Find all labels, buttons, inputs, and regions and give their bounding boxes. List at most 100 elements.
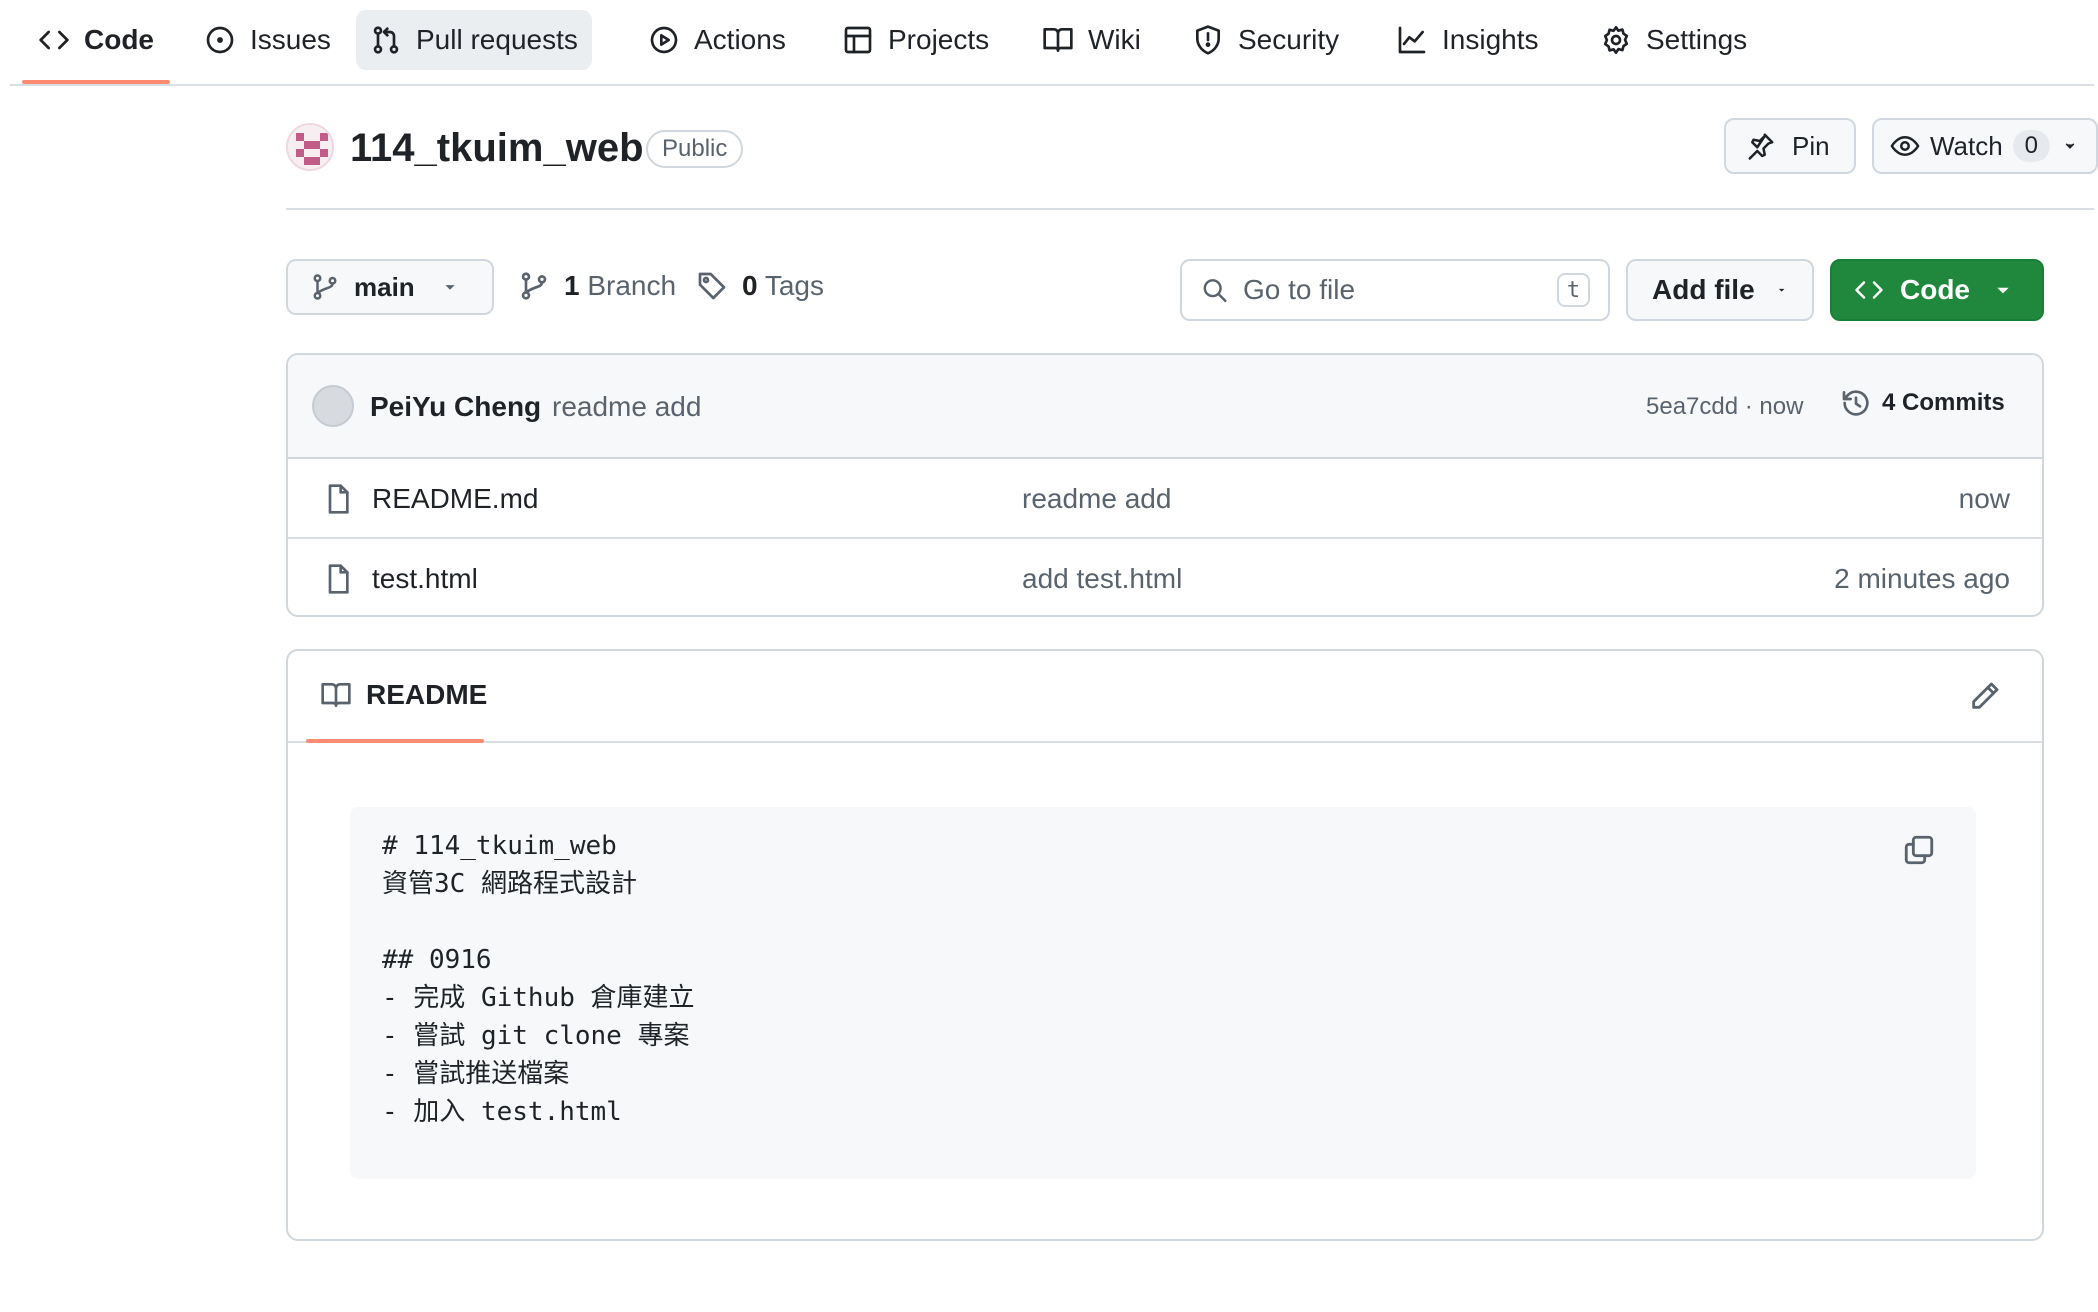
readme-panel: README # 114_tkuim_web 資管3C 網路程式設計 ## 09… <box>286 649 2044 1241</box>
code-line: - 嘗試 git clone 專案 <box>382 1021 690 1051</box>
commit-author[interactable]: PeiYu Cheng <box>370 391 541 423</box>
tab-settings-label: Settings <box>1646 24 1748 55</box>
watch-count: 0 <box>2012 130 2051 162</box>
caret-down-icon <box>1997 287 2009 294</box>
table-row[interactable]: test.html add test.html 2 minutes ago <box>288 539 2042 615</box>
pull-request-icon <box>373 26 399 54</box>
code-icon <box>39 30 69 50</box>
tag-icon <box>698 272 726 300</box>
file-time: 2 minutes ago <box>1834 563 2010 594</box>
watch-label: Watch <box>1929 130 2003 161</box>
commit-author-avatar[interactable] <box>312 385 354 427</box>
tab-projects[interactable]: Projects <box>828 10 1003 70</box>
commits-label: 4 Commits <box>1882 389 2005 416</box>
edit-readme-button[interactable] <box>1968 679 2004 715</box>
file-time: now <box>1958 483 2010 514</box>
go-to-file-input[interactable] <box>1243 274 1543 306</box>
selected-tab-underline <box>22 80 170 84</box>
chevron-down-icon <box>2065 143 2075 149</box>
branch-label: Branch <box>587 270 677 301</box>
commit-sha-time[interactable]: 5ea7cdd · now <box>1646 393 1803 421</box>
commits-link[interactable]: 4 Commits <box>1840 387 2005 419</box>
tab-insights[interactable]: Insights <box>1382 10 1553 70</box>
readme-tab[interactable]: README <box>320 679 487 711</box>
branch-count: 1 <box>564 270 580 301</box>
pin-icon <box>1748 133 1774 160</box>
repo-nav: Code Issues Pull requests Actions Projec… <box>10 0 2094 86</box>
owner-avatar[interactable] <box>286 123 334 171</box>
file-icon <box>328 484 349 514</box>
code-line: - 完成 Github 倉庫建立 <box>382 983 695 1013</box>
page: Code Issues Pull requests Actions Projec… <box>0 0 2098 1312</box>
code-line: 資管3C 網路程式設計 <box>382 869 637 899</box>
latest-commit-bar: PeiYu Cheng readme add 5ea7cdd · now 4 C… <box>288 355 2042 459</box>
pin-button[interactable]: Pin <box>1724 118 1856 174</box>
file-commit-message[interactable]: readme add <box>1022 483 1171 515</box>
tab-settings[interactable]: Settings <box>1586 10 1761 70</box>
table-row[interactable]: README.md readme add now <box>288 459 2042 539</box>
branch-name: main <box>354 271 415 302</box>
book-icon <box>1043 28 1073 52</box>
tab-projects-label: Projects <box>888 24 990 55</box>
branches-link[interactable]: 1 Branch <box>518 270 676 302</box>
readme-tab-underline <box>306 739 484 743</box>
caret-down-icon <box>1778 288 1785 292</box>
tag-count: 0 <box>742 270 758 301</box>
copy-button[interactable] <box>1902 833 1938 869</box>
code-line: - 加入 test.html <box>382 1097 622 1127</box>
tab-pull-requests[interactable]: Pull requests <box>356 10 592 70</box>
issue-icon <box>206 26 234 54</box>
tab-security[interactable]: Security <box>1178 10 1353 70</box>
graph-icon <box>1398 26 1426 54</box>
branch-icon <box>521 272 547 300</box>
tab-code-label: Code <box>84 24 154 55</box>
shortcut-key: t <box>1557 273 1590 307</box>
file-icon <box>328 564 349 594</box>
tag-label: Tags <box>764 270 825 301</box>
tab-actions[interactable]: Actions <box>634 10 800 70</box>
visibility-badge: Public <box>646 130 744 168</box>
tab-wiki[interactable]: Wiki <box>1028 10 1155 70</box>
tab-actions-label: Actions <box>694 24 786 55</box>
file-name[interactable]: README.md <box>372 483 538 515</box>
shield-icon <box>1196 25 1220 55</box>
tab-security-label: Security <box>1238 24 1340 55</box>
pencil-icon <box>1972 682 1999 709</box>
tab-issues-label: Issues <box>250 24 331 55</box>
tab-insights-label: Insights <box>1442 24 1539 55</box>
go-to-file-search[interactable]: t <box>1180 259 1610 321</box>
readme-header: README <box>288 651 2042 743</box>
add-file-button[interactable]: Add file <box>1626 259 1814 321</box>
code-dropdown-button[interactable]: Code <box>1830 259 2044 321</box>
pin-label: Pin <box>1792 130 1830 161</box>
file-name[interactable]: test.html <box>372 563 478 595</box>
watch-button[interactable]: Watch 0 <box>1872 118 2098 174</box>
branch-icon <box>313 274 337 300</box>
table-icon <box>844 26 872 54</box>
code-line: - 嘗試推送檔案 <box>382 1059 570 1089</box>
code-line: # 114_tkuim_web <box>382 831 617 861</box>
gear-icon <box>1603 26 1629 54</box>
eye-icon <box>1890 136 1920 156</box>
add-file-label: Add file <box>1652 274 1755 305</box>
tab-pull-requests-label: Pull requests <box>416 24 578 55</box>
history-icon <box>1842 390 1869 416</box>
branch-selector[interactable]: main <box>286 259 494 315</box>
copy-icon <box>1904 835 1934 865</box>
readme-code-block: # 114_tkuim_web 資管3C 網路程式設計 ## 0916 - 完成… <box>350 807 1976 1179</box>
readme-tab-label: README <box>366 679 488 710</box>
tags-link[interactable]: 0 Tags <box>696 270 824 302</box>
code-line: ## 0916 <box>382 945 492 975</box>
tab-code[interactable]: Code <box>24 10 168 70</box>
commit-message[interactable]: readme add <box>552 391 701 423</box>
code-button-label: Code <box>1900 274 1970 305</box>
header-divider <box>286 208 2094 210</box>
search-icon <box>1203 279 1227 303</box>
tab-issues[interactable]: Issues <box>190 10 345 70</box>
book-icon <box>321 683 351 707</box>
caret-down-icon <box>445 285 455 290</box>
play-icon <box>650 26 678 54</box>
file-commit-message[interactable]: add test.html <box>1022 563 1182 595</box>
file-table: PeiYu Cheng readme add 5ea7cdd · now 4 C… <box>286 353 2044 617</box>
repo-name[interactable]: 114_tkuim_web <box>350 124 644 172</box>
